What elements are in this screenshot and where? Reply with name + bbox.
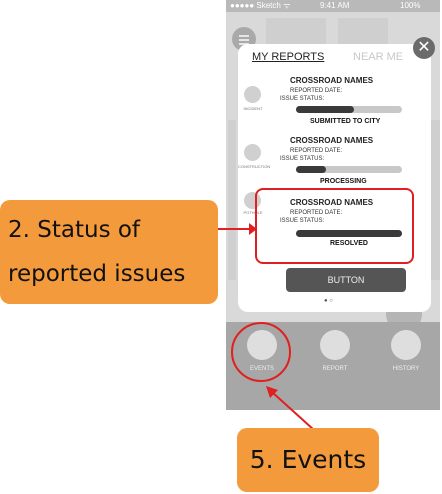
issue-status-label: ISSUE STATUS:	[280, 156, 325, 162]
status-bar: ●●●●● Sketch ᯤ 9:41 AM 100%	[226, 0, 440, 12]
carrier-label: ●●●●● Sketch ᯤ	[230, 1, 291, 10]
status-callout: 2. Status of reported issues	[0, 200, 218, 304]
construction-icon	[244, 144, 261, 161]
tab-near-me[interactable]: NEAR ME	[353, 51, 403, 63]
reports-card: MY REPORTS NEAR ME INCIDENT CROSSROAD NA…	[238, 44, 431, 312]
nav-item-report[interactable]: REPORT	[310, 330, 360, 372]
category-label: CONSTRUCTION	[238, 164, 271, 169]
nav-label: REPORT	[322, 366, 348, 372]
battery-label: 100%	[400, 1, 421, 10]
status-progress-bar	[296, 106, 402, 113]
history-icon	[391, 330, 421, 360]
report-item[interactable]: INCIDENT CROSSROAD NAMES REPORTED DATE: …	[238, 76, 431, 136]
incident-icon	[244, 86, 261, 103]
events-callout: 5. Events	[237, 428, 379, 492]
time-label: 9:41 AM	[320, 1, 350, 10]
events-arrow	[266, 386, 315, 431]
report-title: CROSSROAD NAMES	[290, 136, 374, 145]
resolved-highlight-box	[255, 188, 414, 264]
category-label: INCIDENT	[243, 106, 263, 111]
status-progress-bar	[296, 166, 402, 173]
primary-button[interactable]: BUTTON	[286, 268, 406, 292]
reported-date-label: REPORTED DATE:	[290, 88, 343, 94]
tab-my-reports[interactable]: MY REPORTS	[252, 51, 324, 63]
page-indicator: ● ○	[324, 298, 333, 304]
nav-item-history[interactable]: HISTORY	[381, 330, 431, 372]
map-block	[228, 120, 236, 280]
status-result: PROCESSING	[320, 178, 367, 185]
nav-label: HISTORY	[392, 366, 420, 372]
menu-icon	[239, 35, 249, 37]
map-block	[431, 120, 440, 280]
issue-status-label: ISSUE STATUS:	[280, 96, 325, 102]
report-title: CROSSROAD NAMES	[290, 76, 374, 85]
events-highlight-circle	[231, 322, 291, 382]
report-icon	[320, 330, 350, 360]
reported-date-label: REPORTED DATE:	[290, 148, 343, 154]
status-result: SUBMITTED TO CITY	[310, 118, 381, 125]
close-button[interactable]: ✕	[413, 37, 435, 59]
close-icon: ✕	[417, 39, 431, 56]
status-arrow	[217, 223, 257, 235]
report-item[interactable]: CONSTRUCTION CROSSROAD NAMES REPORTED DA…	[238, 136, 431, 196]
